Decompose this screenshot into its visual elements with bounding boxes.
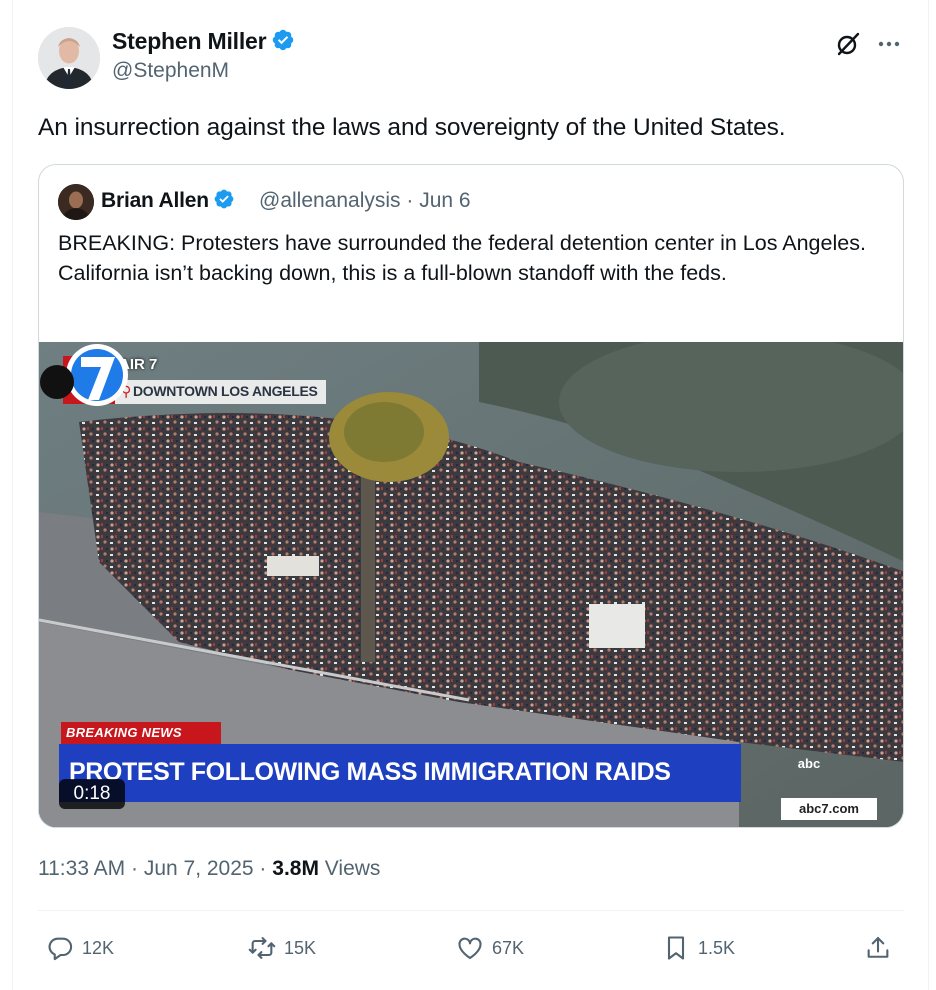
timeline-border-right (928, 0, 929, 990)
share-icon (867, 937, 889, 958)
author-name-text: Stephen Miller (112, 28, 267, 54)
reply-button[interactable]: 12K (46, 928, 114, 968)
grok-icon[interactable] (834, 30, 862, 58)
views-label: Views (318, 857, 381, 880)
reply-count: 12K (82, 937, 115, 958)
breaking-news-label: BREAKING NEWS (61, 722, 221, 744)
verified-badge-icon (273, 29, 294, 51)
share-button[interactable] (864, 928, 900, 968)
person-avatar-icon (38, 27, 100, 89)
quoted-handle-date: @allenanalysis · Jun 6 (259, 189, 471, 212)
quoted-author-name-text: Brian Allen (101, 189, 209, 212)
timeline-border-left (12, 0, 13, 990)
heart-icon (458, 937, 482, 959)
tweet-meta: 11:33 AM · Jun 7, 2025 · 3.8M Views (38, 857, 380, 881)
quoted-tweet-card[interactable]: Brian Allen @allenanalysis · Jun 6 BREAK… (38, 164, 904, 828)
views-count: 3.8M (272, 857, 319, 880)
video-duration: 0:18 (59, 779, 125, 809)
abc7-logo-icon (40, 344, 128, 406)
repost-button[interactable]: 15K (248, 928, 316, 968)
location-bar: ⚲ DOWNTOWN LOS ANGELES (115, 380, 326, 404)
quoted-author-name[interactable]: Brian Allen (101, 188, 235, 213)
reply-icon (48, 937, 73, 961)
repost-count: 15K (284, 937, 317, 958)
tweet-page: Stephen Miller @StephenM An insurrection… (0, 0, 936, 990)
author-name[interactable]: Stephen Miller (112, 28, 295, 55)
quoted-avatar-icon (58, 184, 94, 220)
like-count: 67K (492, 937, 525, 958)
abc-network-text: abc (797, 756, 821, 771)
bookmark-button[interactable]: 1.5K (662, 928, 735, 968)
video-player[interactable]: LIVE AIR 7 ⚲DOWNTOWN LOS ANGELES BREAKIN… (39, 342, 903, 827)
timestamp[interactable]: 11:33 AM · Jun 7, 2025 · (38, 857, 272, 880)
divider (38, 910, 904, 911)
author-handle[interactable]: @StephenM (112, 59, 229, 83)
bookmark-icon (667, 936, 685, 960)
more-options-icon[interactable] (874, 30, 904, 58)
quoted-tweet-text: BREAKING: Protesters have surrounded the… (58, 231, 866, 285)
bookmark-count: 1.5K (698, 937, 736, 958)
quoted-author-avatar[interactable] (58, 184, 94, 220)
location-text: DOWNTOWN LOS ANGELES (132, 383, 318, 399)
verified-badge-icon (214, 189, 234, 209)
tweet-text: An insurrection against the laws and sov… (38, 114, 786, 141)
network-url: abc7.com (781, 798, 877, 820)
news-headline: PROTEST FOLLOWING MASS IMMIGRATION RAIDS (59, 744, 741, 802)
like-button[interactable]: 67K (456, 928, 524, 968)
author-avatar[interactable] (38, 27, 100, 89)
repost-icon (248, 937, 276, 959)
